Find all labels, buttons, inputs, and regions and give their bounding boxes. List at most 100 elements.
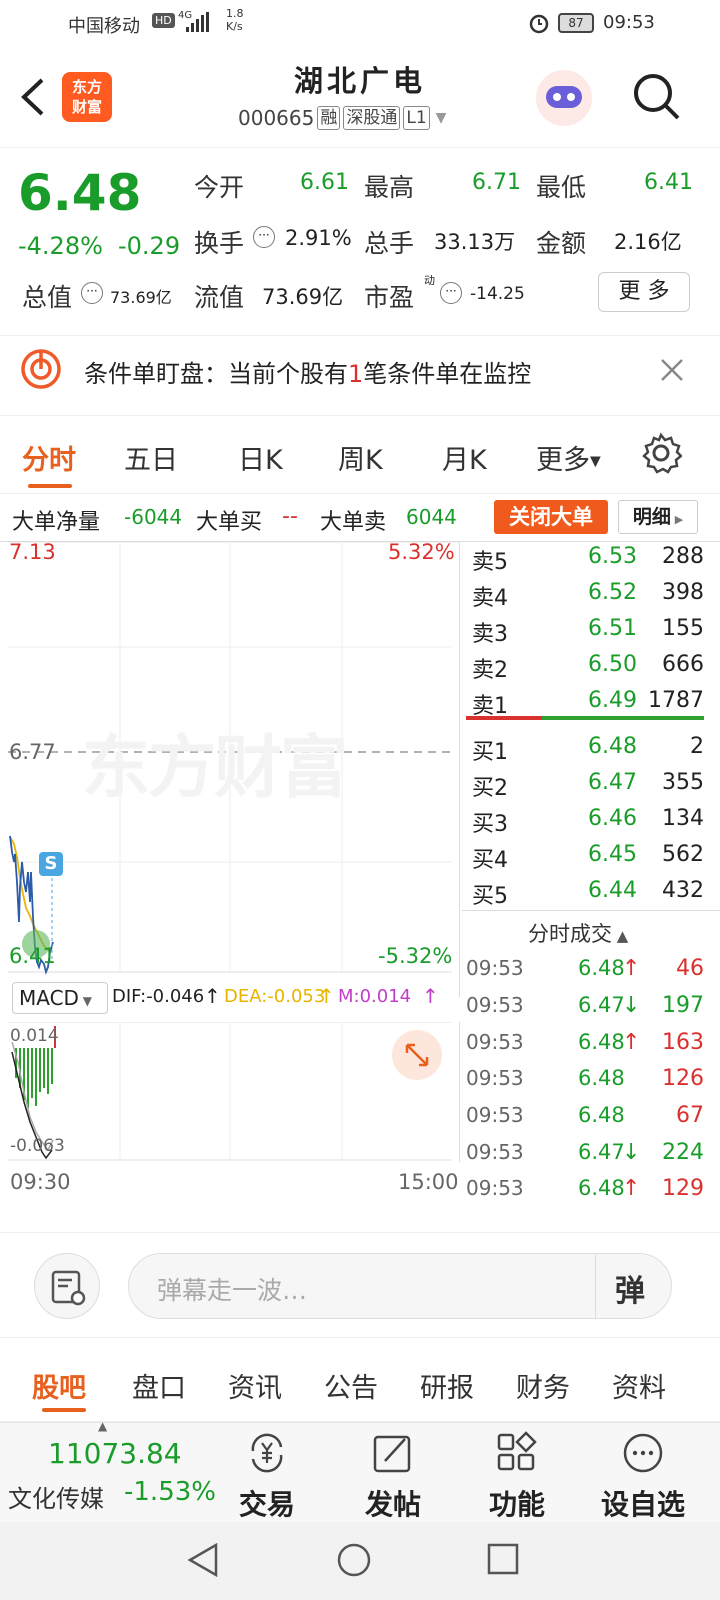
sell-marker[interactable]: S <box>39 852 63 876</box>
arrow-up-icon: ↑ <box>422 984 439 1008</box>
tab-daily-k[interactable]: 日K <box>238 438 283 477</box>
pe-superscript: 动 <box>424 274 435 287</box>
tab-announcements[interactable]: 公告 <box>324 1366 378 1405</box>
info-icon[interactable]: ··· <box>440 282 462 304</box>
trade-time: 09:53 <box>466 1176 524 1200</box>
arrow-up-icon: ↑ <box>204 984 221 1008</box>
mktcap-value: 73.69亿 <box>110 288 172 307</box>
float-label: 流值 <box>194 283 245 312</box>
system-nav-bar <box>0 1522 720 1600</box>
bid-row[interactable]: 买5 6.44 432 <box>462 878 712 914</box>
function-button[interactable]: 功能 <box>462 1431 572 1523</box>
danmaku-input[interactable]: 弹幕走一波… 弹 <box>128 1253 672 1319</box>
bid-label: 买4 <box>472 848 508 873</box>
trade-button[interactable]: 交易 <box>212 1431 322 1523</box>
ask-price: 6.51 <box>588 616 637 641</box>
intraday-chart[interactable]: 东方财富 7.13 5.32% 6.77 6.41 -5.32% S <box>8 540 460 997</box>
sell-value: 6044 <box>406 505 457 529</box>
ask-row[interactable]: 卖5 6.53 288 <box>462 544 712 580</box>
trade-price: 6.47 <box>578 1140 625 1164</box>
top-pct-label: 5.32% <box>388 540 455 564</box>
danmaku-toggle-icon[interactable]: 弹 <box>615 1266 645 1310</box>
tab-more[interactable]: 更多▼ <box>536 438 601 477</box>
ask-row[interactable]: 卖2 6.50 666 <box>462 652 712 688</box>
tab-orderbook[interactable]: 盘口 <box>132 1366 186 1405</box>
close-big-order-button[interactable]: 关闭大单 <box>494 500 608 534</box>
detail-button[interactable]: 明细 ▶ <box>618 500 698 534</box>
battery-icon: 87 <box>558 13 594 33</box>
trade-price: 6.48 <box>578 1066 625 1090</box>
watchlist-button[interactable]: 设自选 <box>588 1431 698 1523</box>
tab-more-label: 更多 <box>536 445 590 476</box>
ask-label: 卖5 <box>472 550 508 575</box>
bid-price: 6.48 <box>588 734 637 759</box>
info-tabs: 股吧 盘口 资讯 公告 研报 财务 资料 <box>0 1338 720 1422</box>
trades-title: 分时成交 <box>528 922 612 946</box>
chevron-down-icon[interactable]: ▼ <box>436 110 447 126</box>
ask-volume: 1787 <box>648 688 704 713</box>
tab-weekly-k[interactable]: 周K <box>338 438 383 477</box>
tab-news[interactable]: 资讯 <box>228 1366 282 1405</box>
tab-profile[interactable]: 资料 <box>612 1366 666 1405</box>
network-speed: 1.8 K/s <box>226 7 244 33</box>
expand-button[interactable] <box>392 1030 442 1080</box>
bid-price: 6.46 <box>588 806 637 831</box>
trade-row: 09:53 6.48 ↑ 163 <box>462 1030 712 1066</box>
trade-volume: 224 <box>662 1140 704 1165</box>
trade-time: 09:53 <box>466 1140 524 1164</box>
ask-row[interactable]: 卖4 6.52 398 <box>462 580 712 616</box>
search-icon[interactable] <box>630 70 684 124</box>
tab-finance[interactable]: 财务 <box>516 1366 570 1405</box>
robot-avatar[interactable] <box>536 70 592 126</box>
tab-research[interactable]: 研报 <box>420 1366 474 1405</box>
bottom-toolbar: ▲ 11073.84 文化传媒 -1.53% 交易 发帖 功能 设自选 <box>0 1419 720 1523</box>
danmaku-placeholder: 弹幕走一波… <box>157 1276 308 1305</box>
ask-label: 卖3 <box>472 622 508 647</box>
condition-text: 条件单盯盘：当前个股有1笔条件单在监控 <box>84 354 624 389</box>
settings-icon[interactable] <box>640 432 682 474</box>
macd-selector[interactable]: MACD ▼ <box>12 982 108 1014</box>
ask-label: 卖2 <box>472 658 508 683</box>
clock: 09:53 <box>603 12 655 33</box>
ask-row[interactable]: 卖3 6.51 155 <box>462 616 712 652</box>
info-icon[interactable]: ··· <box>253 226 275 248</box>
mid-price-label: 6.77 <box>9 740 56 764</box>
more-button[interactable]: 更 多 <box>598 272 690 312</box>
arrow-up-icon: ↑ <box>622 1030 641 1055</box>
bid-row[interactable]: 买1 6.48 2 <box>462 734 712 770</box>
tab-monthly-k[interactable]: 月K <box>442 438 487 477</box>
bid-price: 6.45 <box>588 842 637 867</box>
nav-recents-icon[interactable] <box>486 1542 520 1576</box>
trade-price: 6.48 <box>578 956 625 980</box>
macd-chart[interactable]: 0.014 -0.063 <box>8 1021 460 1162</box>
active-tab-indicator <box>28 484 72 488</box>
close-icon[interactable] <box>660 358 684 382</box>
bottom-price-label: 6.41 <box>9 944 56 968</box>
condition-order-bar[interactable]: 条件单盯盘：当前个股有1笔条件单在监控 <box>0 336 720 416</box>
nav-back-icon[interactable] <box>186 1542 220 1578</box>
bid-row[interactable]: 买2 6.47 355 <box>462 770 712 806</box>
options-button[interactable] <box>34 1253 100 1319</box>
bid-row[interactable]: 买4 6.45 562 <box>462 842 712 878</box>
mktcap-label: 总值 <box>22 283 73 312</box>
trade-time: 09:53 <box>466 1066 524 1090</box>
trade-volume: 126 <box>662 1066 704 1091</box>
bid-row[interactable]: 买3 6.46 134 <box>462 806 712 842</box>
stock-code: 000665 <box>238 106 315 130</box>
post-button[interactable]: 发帖 <box>338 1431 448 1523</box>
info-icon[interactable]: ··· <box>81 282 103 304</box>
sector-index[interactable]: ▲ 11073.84 文化传媒 -1.53% <box>0 1419 216 1523</box>
bid-price: 6.44 <box>588 878 637 903</box>
nav-home-icon[interactable] <box>336 1542 372 1578</box>
open-label: 今开 <box>194 173 245 202</box>
high-label: 最高 <box>364 173 415 202</box>
macd-dif: DIF:-0.046 <box>112 986 205 1007</box>
tab-forum[interactable]: 股吧 <box>32 1366 86 1405</box>
tab-five-day[interactable]: 五日 <box>124 438 178 477</box>
danmaku-bar: 弹幕走一波… 弹 <box>0 1232 720 1338</box>
trades-header[interactable]: 分时成交 ▲ <box>528 918 628 948</box>
trade-time: 09:53 <box>466 956 524 980</box>
net-value: -6044 <box>124 505 183 529</box>
net-label: 大单净量 <box>12 510 101 535</box>
tab-intraday[interactable]: 分时 <box>22 438 76 477</box>
